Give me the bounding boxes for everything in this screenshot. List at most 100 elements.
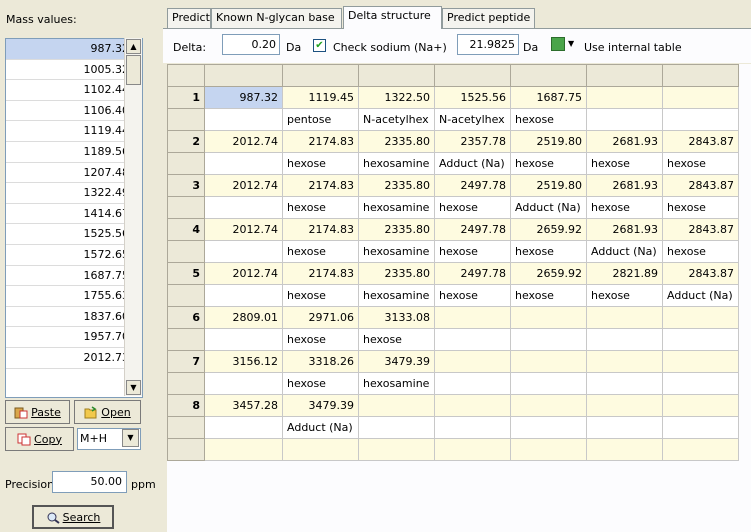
precision-input[interactable]: 50.00 — [52, 471, 127, 493]
table-row[interactable]: 6 2809.01 2971.06 3133.08 — [167, 306, 739, 329]
grid-cell[interactable]: hexose — [358, 328, 435, 351]
grid-cell[interactable]: hexose — [282, 152, 359, 175]
table-row[interactable]: 3 2012.74 2174.83 2335.80 2497.78 2519.80 2681… — [167, 174, 739, 197]
grid-cell[interactable]: 2497.78 — [434, 262, 511, 285]
grid-cell[interactable]: 3479.39 — [282, 394, 359, 417]
grid-cell[interactable] — [204, 240, 283, 263]
grid-cell[interactable]: hexose — [510, 284, 587, 307]
grid-cell[interactable]: 2497.78 — [434, 218, 511, 241]
grid-cell[interactable]: 2843.87 — [662, 130, 739, 153]
mass-values-list[interactable]: 987.324 1005.321 1102.440 1106.403 1119.448 1… — [5, 38, 143, 398]
grid-cell[interactable]: 2012.74 — [204, 174, 283, 197]
grid-cell[interactable] — [662, 108, 739, 131]
list-item[interactable]: 1755.631 — [6, 286, 142, 307]
grid-cell[interactable] — [204, 328, 283, 351]
grid-cell[interactable] — [662, 394, 739, 417]
grid-cell[interactable]: 2659.92 — [510, 218, 587, 241]
table-row[interactable]: 7 3156.12 3318.26 3479.39 — [167, 350, 739, 373]
grid-cell[interactable] — [662, 416, 739, 439]
grid-cell[interactable] — [204, 284, 283, 307]
grid-cell[interactable] — [358, 416, 435, 439]
results-grid[interactable]: 1 987.32 1119.45 1322.50 1525.56 1687.75 pento… — [167, 64, 739, 461]
grid-cell[interactable]: hexose — [662, 152, 739, 175]
table-row[interactable] — [167, 438, 739, 461]
grid-cell[interactable]: 2357.78 — [434, 130, 511, 153]
grid-cell[interactable]: 2335.80 — [358, 130, 435, 153]
grid-cell[interactable]: hexosamine — [358, 152, 435, 175]
grid-cell[interactable] — [586, 306, 663, 329]
grid-cell[interactable]: 2821.89 — [586, 262, 663, 285]
grid-cell[interactable]: Adduct (Na) — [282, 416, 359, 439]
grid-cell[interactable]: Adduct (Na) — [434, 152, 511, 175]
list-item[interactable]: 1687.751 — [6, 266, 142, 287]
grid-cell[interactable]: 2497.78 — [434, 174, 511, 197]
grid-cell[interactable] — [586, 350, 663, 373]
table-row[interactable]: 8 3457.28 3479.39 — [167, 394, 739, 417]
grid-cell[interactable] — [586, 328, 663, 351]
grid-cell[interactable] — [434, 438, 511, 461]
grid-cell[interactable] — [510, 350, 587, 373]
grid-cell[interactable]: 2843.87 — [662, 218, 739, 241]
use-internal-table-label[interactable]: Use internal table — [584, 41, 682, 54]
grid-cell[interactable] — [510, 328, 587, 351]
grid-cell[interactable]: Adduct (Na) — [662, 284, 739, 307]
grid-cell[interactable]: 2012.74 — [204, 218, 283, 241]
list-item[interactable]: 1837.604 — [6, 307, 142, 328]
search-button[interactable]: Search — [32, 505, 114, 529]
grid-cell[interactable]: 2809.01 — [204, 306, 283, 329]
grid-cell[interactable] — [510, 438, 587, 461]
list-item[interactable]: 1189.562 — [6, 142, 142, 163]
grid-cell[interactable] — [586, 372, 663, 395]
grid-cell[interactable]: hexose — [586, 284, 663, 307]
grid-cell[interactable] — [510, 372, 587, 395]
list-item[interactable]: 1005.321 — [6, 60, 142, 81]
table-row[interactable]: 1 987.32 1119.45 1322.50 1525.56 1687.75 — [167, 86, 739, 109]
list-item[interactable]: 1322.498 — [6, 183, 142, 204]
table-row[interactable]: hexose hexosamine hexose Adduct (Na) hexose h… — [167, 196, 739, 219]
grid-cell[interactable] — [510, 306, 587, 329]
grid-cell[interactable] — [662, 372, 739, 395]
grid-cell[interactable]: hexose — [434, 196, 511, 219]
grid-cell[interactable] — [282, 438, 359, 461]
paste-button[interactable]: Paste — [5, 400, 70, 424]
list-item[interactable]: 1572.657 — [6, 245, 142, 266]
grid-cell[interactable]: hexose — [434, 284, 511, 307]
table-row[interactable]: hexose hexosamine hexose hexose hexose Adduct… — [167, 284, 739, 307]
grid-cell[interactable] — [510, 416, 587, 439]
grid-cell[interactable] — [586, 416, 663, 439]
table-row[interactable]: 4 2012.74 2174.83 2335.80 2497.78 2659.92 2681… — [167, 218, 739, 241]
grid-cell[interactable] — [434, 372, 511, 395]
grid-cell[interactable] — [662, 350, 739, 373]
grid-cell[interactable]: 3479.39 — [358, 350, 435, 373]
grid-cell[interactable]: 1119.45 — [282, 86, 359, 109]
copy-button[interactable]: Copy — [5, 427, 74, 451]
grid-cell[interactable]: hexose — [282, 240, 359, 263]
list-item[interactable]: 1207.484 — [6, 163, 142, 184]
grid-cell[interactable] — [204, 438, 283, 461]
grid-cell[interactable]: hexose — [586, 196, 663, 219]
grid-cell[interactable]: pentose — [282, 108, 359, 131]
grid-cell[interactable]: 1687.75 — [510, 86, 587, 109]
grid-cell[interactable] — [204, 196, 283, 219]
sodium-checkbox[interactable]: ✔ — [313, 39, 326, 52]
list-item[interactable]: 987.324 — [6, 39, 142, 60]
grid-cell[interactable] — [662, 438, 739, 461]
mass-list-scrollbar[interactable]: ▲ ▼ — [124, 38, 142, 396]
grid-cell[interactable]: 2012.74 — [204, 130, 283, 153]
list-item[interactable]: 1414.677 — [6, 204, 142, 225]
results-grid-container[interactable]: 1 987.32 1119.45 1322.50 1525.56 1687.75 pento… — [167, 64, 751, 532]
table-row[interactable]: 5 2012.74 2174.83 2335.80 2497.78 2659.92 2821… — [167, 262, 739, 285]
grid-cell[interactable]: 2335.80 — [358, 218, 435, 241]
table-row[interactable]: hexose hexosamine Adduct (Na) hexose hexose h… — [167, 152, 739, 175]
grid-cell[interactable]: 2843.87 — [662, 262, 739, 285]
grid-cell[interactable]: 2012.74 — [204, 262, 283, 285]
grid-cell[interactable] — [586, 394, 663, 417]
grid-cell[interactable] — [204, 108, 283, 131]
grid-cell[interactable]: 2335.80 — [358, 174, 435, 197]
grid-cell[interactable]: 2519.80 — [510, 174, 587, 197]
grid-cell[interactable]: 2174.83 — [282, 262, 359, 285]
tab-predict[interactable]: Predict — [167, 8, 211, 28]
grid-cell[interactable]: 3457.28 — [204, 394, 283, 417]
grid-cell[interactable]: hexosamine — [358, 196, 435, 219]
grid-cell[interactable]: Adduct (Na) — [510, 196, 587, 219]
